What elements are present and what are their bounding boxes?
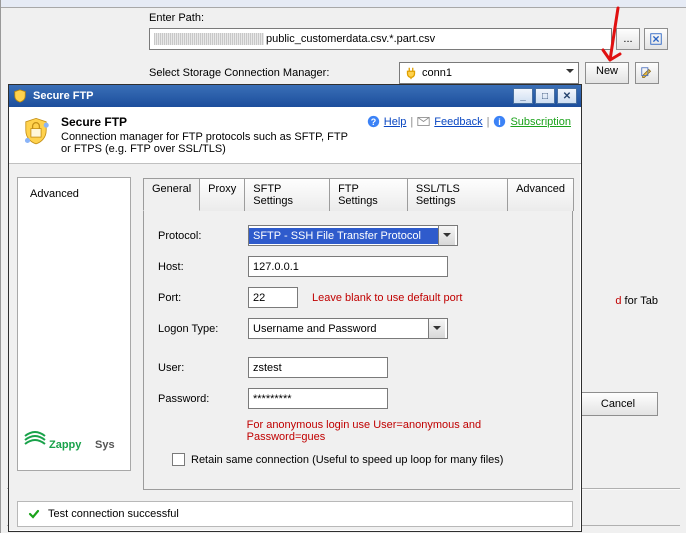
chevron-down-icon <box>566 66 574 80</box>
close-button[interactable]: ✕ <box>557 88 577 104</box>
password-label: Password: <box>158 393 248 405</box>
parent-toolbar-fragment <box>1 0 686 8</box>
browse-button[interactable]: ... <box>616 28 640 50</box>
path-redacted <box>154 33 264 45</box>
clear-path-button[interactable] <box>644 28 668 50</box>
status-bar: Test connection successful <box>17 501 573 527</box>
tab-ssl-tls-settings[interactable]: SSL/TLS Settings <box>407 178 508 211</box>
help-icon: ? <box>367 115 380 128</box>
path-input[interactable]: public_customerdata.csv.*.part.csv <box>149 28 612 50</box>
connection-value: conn1 <box>422 67 452 79</box>
cancel-button[interactable]: Cancel <box>578 392 658 416</box>
help-link[interactable]: Help <box>384 116 407 128</box>
tabs: General Proxy SFTP Settings FTP Settings… <box>143 177 573 210</box>
dialog-title: Secure FTP <box>33 90 94 102</box>
secure-ftp-dialog: Secure FTP _ □ ✕ Secure FTP Connection m… <box>8 84 582 532</box>
tab-advanced[interactable]: Advanced <box>507 178 574 211</box>
connection-select[interactable]: conn1 <box>399 62 579 84</box>
background-hint: d for Tab <box>615 295 658 307</box>
sidebar-item-advanced[interactable]: Advanced <box>26 186 122 202</box>
subscription-link[interactable]: Subscription <box>510 116 571 128</box>
select-connection-label: Select Storage Connection Manager: <box>149 67 399 79</box>
maximize-button[interactable]: □ <box>535 88 555 104</box>
port-input[interactable] <box>248 287 298 308</box>
retain-connection-label: Retain same connection (Useful to speed … <box>191 454 503 466</box>
chevron-down-icon <box>438 226 455 245</box>
protocol-label: Protocol: <box>158 230 248 242</box>
logon-type-label: Logon Type: <box>158 323 248 335</box>
minimize-button[interactable]: _ <box>513 88 533 104</box>
svg-text:?: ? <box>371 117 376 127</box>
host-label: Host: <box>158 261 248 273</box>
dialog-titlebar[interactable]: Secure FTP _ □ ✕ <box>9 85 581 107</box>
password-input[interactable] <box>248 388 388 409</box>
check-icon <box>26 506 42 522</box>
info-icon: i <box>493 115 506 128</box>
user-label: User: <box>158 362 248 374</box>
tab-general[interactable]: General <box>143 178 200 211</box>
retain-connection-checkbox[interactable] <box>172 453 185 466</box>
port-label: Port: <box>158 292 248 304</box>
shield-icon <box>13 89 27 103</box>
edit-connection-button[interactable] <box>635 62 659 84</box>
svg-text:Zappy: Zappy <box>49 439 82 451</box>
tab-panel-general: Protocol: SFTP - SSH File Transfer Proto… <box>143 210 573 490</box>
svg-text:Sys: Sys <box>95 439 115 451</box>
status-text: Test connection successful <box>48 508 179 520</box>
tab-proxy[interactable]: Proxy <box>199 178 245 211</box>
feedback-link[interactable]: Feedback <box>434 116 482 128</box>
ftp-icon <box>19 115 53 152</box>
logon-type-select[interactable]: Username and Password <box>248 318 448 339</box>
user-input[interactable] <box>248 357 388 378</box>
tab-ftp-settings[interactable]: FTP Settings <box>329 178 408 211</box>
anonymous-hint: For anonymous login use User=anonymous a… <box>247 419 558 443</box>
svg-text:i: i <box>499 117 501 127</box>
header-subtitle: Connection manager for FTP protocols suc… <box>61 131 359 155</box>
zappysys-logo: Zappy Sys <box>23 430 123 459</box>
plug-icon <box>404 66 418 80</box>
host-input[interactable] <box>248 256 448 277</box>
protocol-select[interactable]: SFTP - SSH File Transfer Protocol <box>248 225 458 246</box>
path-value: public_customerdata.csv.*.part.csv <box>266 33 435 45</box>
port-hint: Leave blank to use default port <box>312 292 462 304</box>
sidebar: Advanced <box>17 177 131 471</box>
chevron-down-icon <box>428 319 445 338</box>
tab-sftp-settings[interactable]: SFTP Settings <box>244 178 330 211</box>
header-title: Secure FTP <box>61 115 359 129</box>
enter-path-label: Enter Path: <box>149 12 249 24</box>
dialog-header: Secure FTP Connection manager for FTP pr… <box>9 107 581 164</box>
mail-icon <box>417 115 430 128</box>
new-connection-button[interactable]: New <box>585 62 629 84</box>
